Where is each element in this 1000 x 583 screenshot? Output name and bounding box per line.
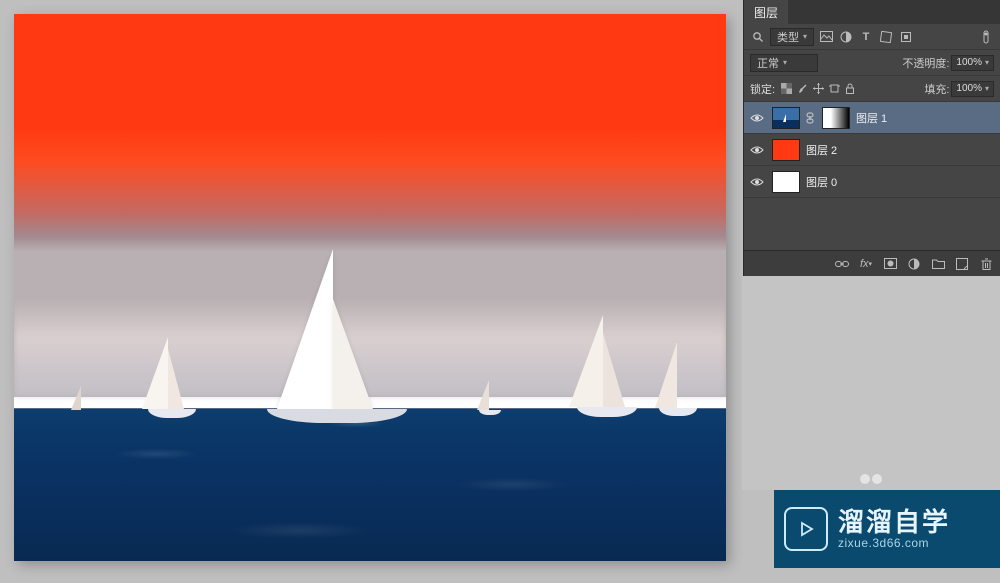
smartobj-icon[interactable] — [898, 29, 914, 45]
lock-transparent-icon[interactable] — [779, 81, 793, 97]
sailboat — [477, 380, 489, 410]
sailboat — [569, 315, 603, 407]
watermark-url: zixue.3d66.com — [838, 537, 950, 550]
sailboat — [142, 337, 168, 409]
layer-row[interactable]: 图层 0 — [744, 166, 1000, 198]
layer-row[interactable]: 图层 2 — [744, 134, 1000, 166]
chevron-down-icon: ▾ — [985, 84, 989, 93]
blend-row: 正常 ▾ 不透明度: 100% ▾ — [744, 50, 1000, 76]
layer-thumbnail[interactable] — [772, 139, 800, 161]
adjustment-icon[interactable] — [838, 29, 854, 45]
watermark-title: 溜溜自学 — [838, 508, 950, 537]
visibility-toggle[interactable] — [748, 173, 766, 191]
lock-all-icon[interactable] — [843, 81, 857, 97]
filter-label: 类型 — [777, 29, 799, 45]
layer-row[interactable]: 图层 1 — [744, 102, 1000, 134]
image-icon[interactable] — [818, 29, 834, 45]
layer-thumbnail[interactable] — [772, 107, 800, 129]
mask-link-icon[interactable] — [806, 112, 816, 124]
sailboat-main — [277, 249, 333, 409]
lock-brush-icon[interactable] — [795, 81, 809, 97]
blend-mode-select[interactable]: 正常 ▾ — [750, 54, 818, 72]
watermark: 溜溜自学 zixue.3d66.com — [774, 490, 1000, 568]
layers-list: 图层 1 图层 2 图层 0 — [744, 102, 1000, 250]
opacity-label: 不透明度: — [902, 55, 949, 71]
mask-thumbnail[interactable] — [822, 107, 850, 129]
sailboat — [71, 386, 81, 410]
lock-move-icon[interactable] — [811, 81, 825, 97]
filter-toggle-icon[interactable] — [978, 29, 994, 45]
sea — [14, 408, 726, 561]
canvas[interactable] — [14, 14, 726, 561]
chevron-down-icon: ▾ — [803, 32, 807, 41]
layers-panel: 图层 类型 ▾ T 正常 ▾ 不透明度: — [743, 0, 1000, 276]
fx-icon[interactable]: fx▾ — [858, 256, 874, 272]
shape-icon[interactable] — [878, 29, 894, 45]
layer-name[interactable]: 图层 2 — [806, 142, 837, 158]
lock-artboard-icon[interactable] — [827, 81, 841, 97]
type-icon[interactable]: T — [858, 29, 874, 45]
filter-row: 类型 ▾ T — [744, 24, 1000, 50]
search-icon — [750, 29, 766, 45]
tab-layers[interactable]: 图层 — [744, 0, 788, 24]
panel-tabs: 图层 — [744, 0, 1000, 24]
sailboat — [655, 342, 677, 408]
layer-name[interactable]: 图层 0 — [806, 174, 837, 190]
play-icon — [784, 507, 828, 551]
fill-label: 填充: — [924, 81, 949, 97]
trash-icon[interactable] — [978, 256, 994, 272]
filter-type-select[interactable]: 类型 ▾ — [770, 28, 814, 46]
layer-name[interactable]: 图层 1 — [856, 110, 887, 126]
visibility-toggle[interactable] — [748, 109, 766, 127]
chevron-down-icon: ▾ — [783, 58, 787, 67]
adjustment-circle-icon[interactable] — [906, 256, 922, 272]
visibility-toggle[interactable] — [748, 141, 766, 159]
preview-area — [742, 276, 1000, 490]
panel-footer: fx▾ — [744, 250, 1000, 276]
mask-icon[interactable] — [882, 256, 898, 272]
opacity-input[interactable]: 100% ▾ — [951, 55, 994, 71]
blend-mode-value: 正常 — [757, 55, 779, 71]
preview-dots-icon — [860, 474, 882, 484]
layer-thumbnail[interactable] — [772, 171, 800, 193]
link-icon[interactable] — [834, 256, 850, 272]
lock-label: 锁定: — [750, 81, 775, 97]
chevron-down-icon: ▾ — [985, 58, 989, 67]
fill-input[interactable]: 100% ▾ — [951, 81, 994, 97]
new-layer-icon[interactable] — [954, 256, 970, 272]
lock-row: 锁定: 填充: 100% ▾ — [744, 76, 1000, 102]
folder-icon[interactable] — [930, 256, 946, 272]
